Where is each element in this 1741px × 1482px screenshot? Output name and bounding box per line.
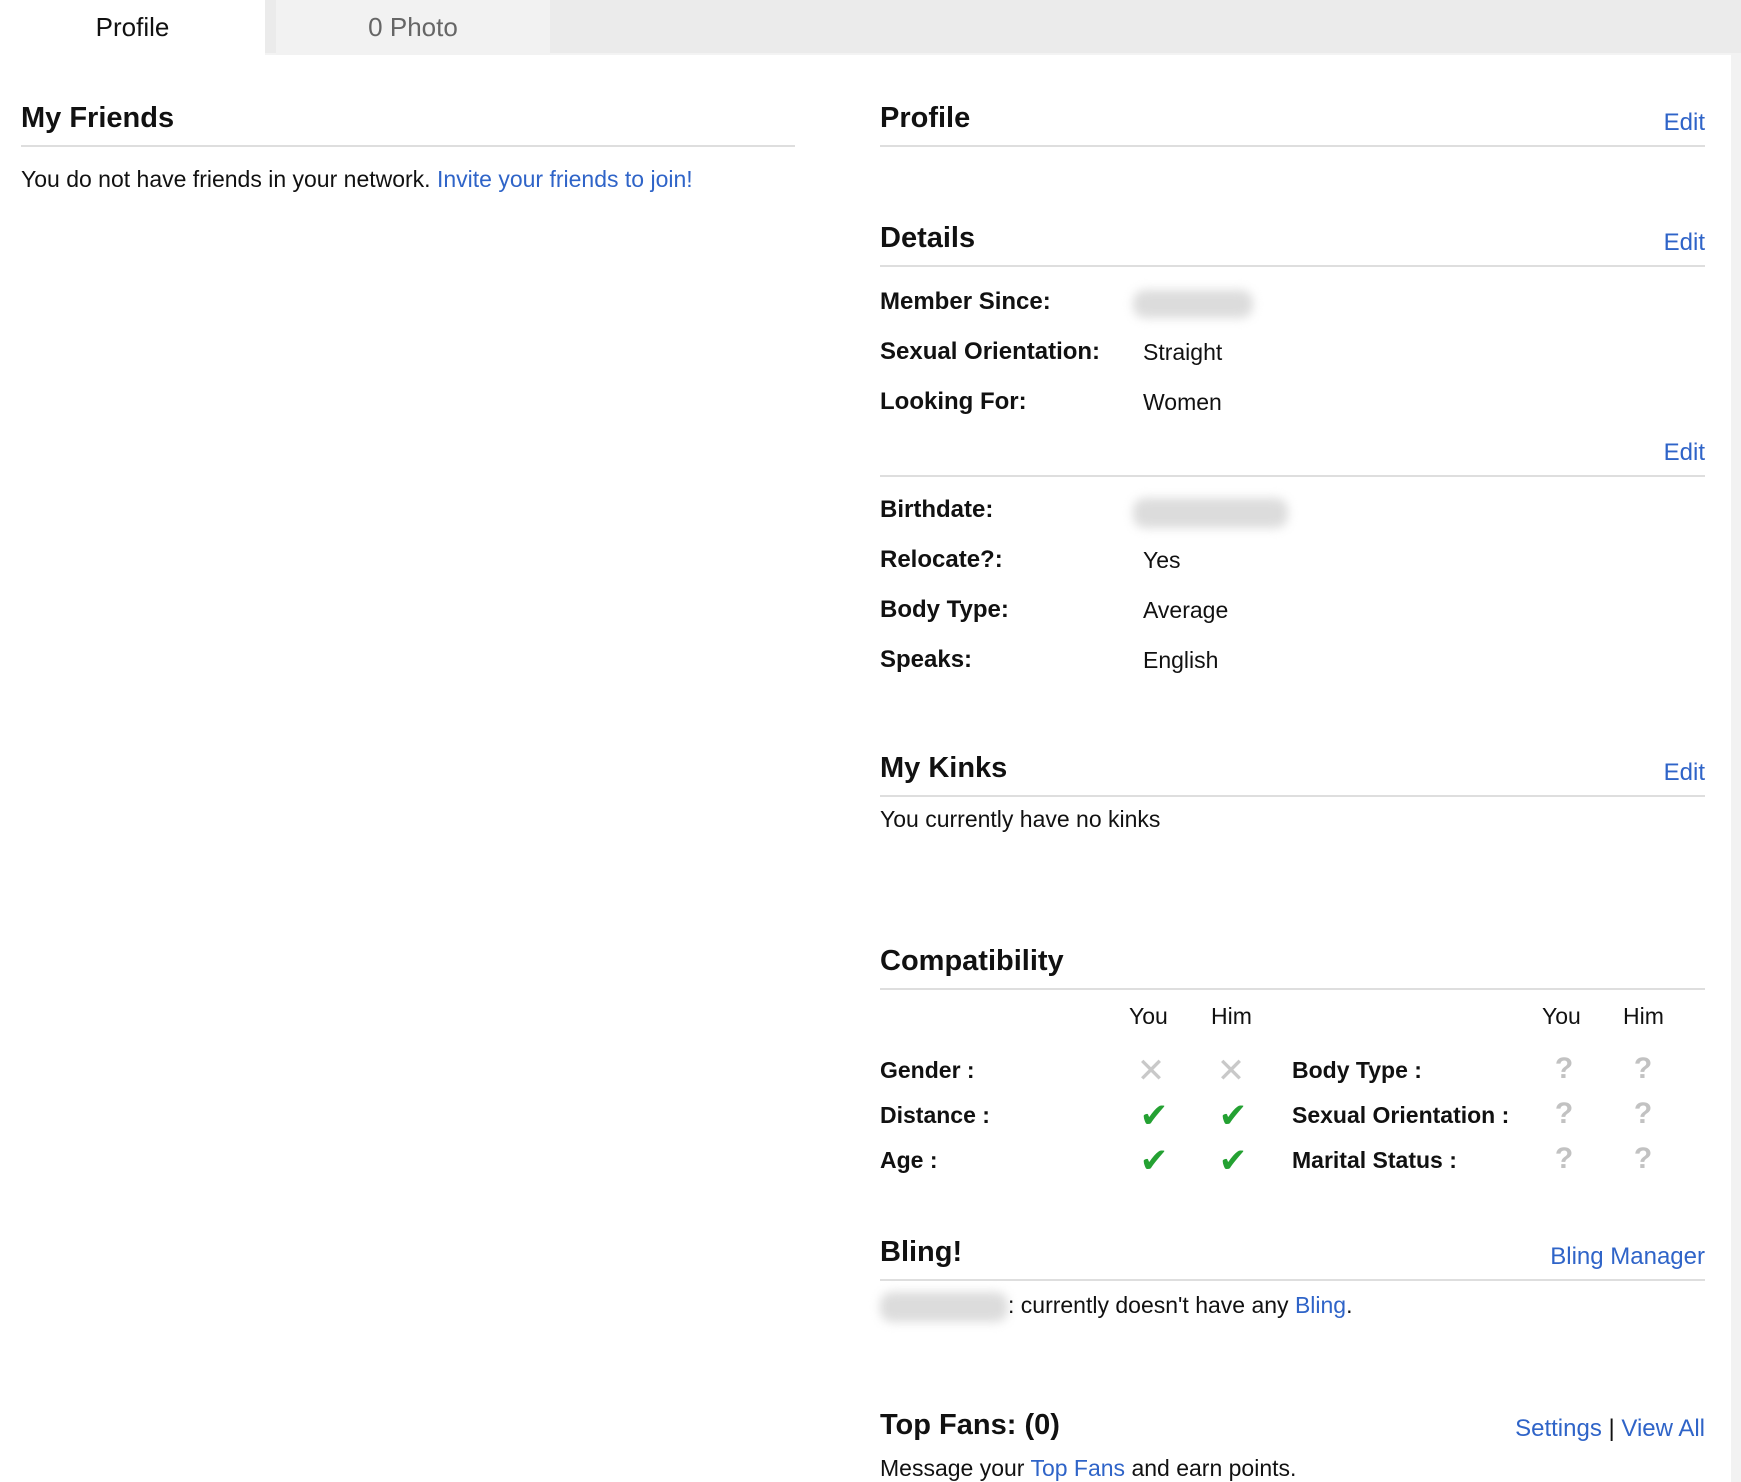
tab-bar: Profile 0 Photo [0,0,1741,55]
compat-col-him-right: Him [1623,1003,1664,1029]
top-fans-message-suffix: and earn points. [1131,1455,1297,1481]
bling-title: Bling! [880,1236,963,1268]
top-fans-view-all-link[interactable]: View All [1621,1415,1705,1442]
speaks-value: English [1143,647,1219,673]
my-friends-title: My Friends [21,102,175,134]
compat-distance-label: Distance : [880,1102,990,1128]
relocate-value: Yes [1143,547,1181,573]
bling-manager-link[interactable]: Bling Manager [1550,1243,1705,1271]
details-edit-link[interactable]: Edit [1664,229,1705,257]
checkmark-icon: ✔ [1218,1097,1248,1135]
checkmark-icon: ✔ [1218,1142,1248,1180]
checkmark-icon: ✔ [1139,1097,1169,1135]
compatibility-header: Compatibility [880,933,1705,990]
bling-header: Bling! Bling Manager [880,1224,1705,1281]
details-header: Details Edit [880,210,1705,267]
no-friends-text: You do not have friends in your network. [21,166,431,192]
top-fans-separator: | [1608,1415,1615,1442]
tab-photo-label: 0 Photo [368,12,458,42]
compat-sexual-orientation-label: Sexual Orientation : [1292,1102,1510,1128]
tab-profile-label: Profile [95,12,170,42]
bling-link[interactable]: Bling [1295,1292,1346,1318]
top-fans-title: Top Fans: (0) [880,1409,1060,1441]
sexual-orientation-label: Sexual Orientation: [880,338,1101,365]
cross-icon: ✕ [1216,1052,1246,1090]
kinks-edit-link[interactable]: Edit [1664,759,1705,787]
tab-profile[interactable]: Profile [0,0,265,55]
sexual-orientation-value: Straight [1143,339,1223,365]
details-title: Details [880,222,976,254]
question-icon: ? [1554,1052,1574,1085]
compat-age-label: Age : [880,1147,938,1173]
compat-gender-label: Gender : [880,1057,975,1083]
tab-photo[interactable]: 0 Photo [276,0,550,55]
bling-message: : currently doesn't have any Bling. [1008,1292,1353,1319]
top-fans-message: Message your Top Fans and earn points. [880,1455,1296,1482]
birthdate-value-redacted [1133,498,1288,528]
bling-message-text: : currently doesn't have any [1008,1292,1289,1318]
compat-marital-status-label: Marital Status : [1292,1147,1457,1173]
profile-title: Profile [880,102,971,134]
checkmark-icon: ✔ [1139,1142,1169,1180]
right-page-edge [1731,53,1741,1482]
birthdate-label: Birthdate: [880,496,994,523]
no-kinks-text: You currently have no kinks [880,806,1161,832]
question-icon: ? [1554,1142,1574,1175]
bling-period: . [1346,1292,1353,1318]
profile-header: Profile Edit [880,90,1705,147]
looking-for-label: Looking For: [880,388,1027,415]
details-basic-header: Edit [880,420,1705,477]
cross-icon: ✕ [1136,1052,1166,1090]
compat-col-him-left: Him [1211,1003,1252,1029]
compat-col-you-left: You [1129,1003,1168,1029]
body-type-value: Average [1143,597,1229,623]
member-since-label: Member Since: [880,288,1051,315]
question-icon: ? [1633,1052,1653,1085]
compat-body-type-label: Body Type : [1292,1057,1422,1083]
compatibility-title: Compatibility [880,945,1064,977]
relocate-label: Relocate?: [880,546,1003,573]
my-friends-header: My Friends [21,90,795,147]
question-icon: ? [1554,1097,1574,1130]
speaks-label: Speaks: [880,646,973,673]
question-icon: ? [1633,1097,1653,1130]
member-since-value-redacted [1133,290,1253,318]
friends-message: You do not have friends in your network.… [21,166,693,193]
invite-friends-link[interactable]: Invite your friends to join! [437,166,693,192]
details-basic-edit-link[interactable]: Edit [1664,439,1705,467]
profile-edit-link[interactable]: Edit [1664,109,1705,137]
compat-col-you-right: You [1542,1003,1581,1029]
top-fans-settings-link[interactable]: Settings [1515,1415,1602,1442]
my-kinks-header: My Kinks Edit [880,740,1705,797]
top-fans-link[interactable]: Top Fans [1030,1455,1125,1481]
my-kinks-title: My Kinks [880,752,1008,784]
top-fans-message-prefix: Message your [880,1455,1025,1481]
username-redacted [880,1292,1008,1322]
looking-for-value: Women [1143,389,1222,415]
question-icon: ? [1633,1142,1653,1175]
top-fans-links: Settings | View All [1515,1415,1705,1443]
body-type-label: Body Type: [880,596,1009,623]
